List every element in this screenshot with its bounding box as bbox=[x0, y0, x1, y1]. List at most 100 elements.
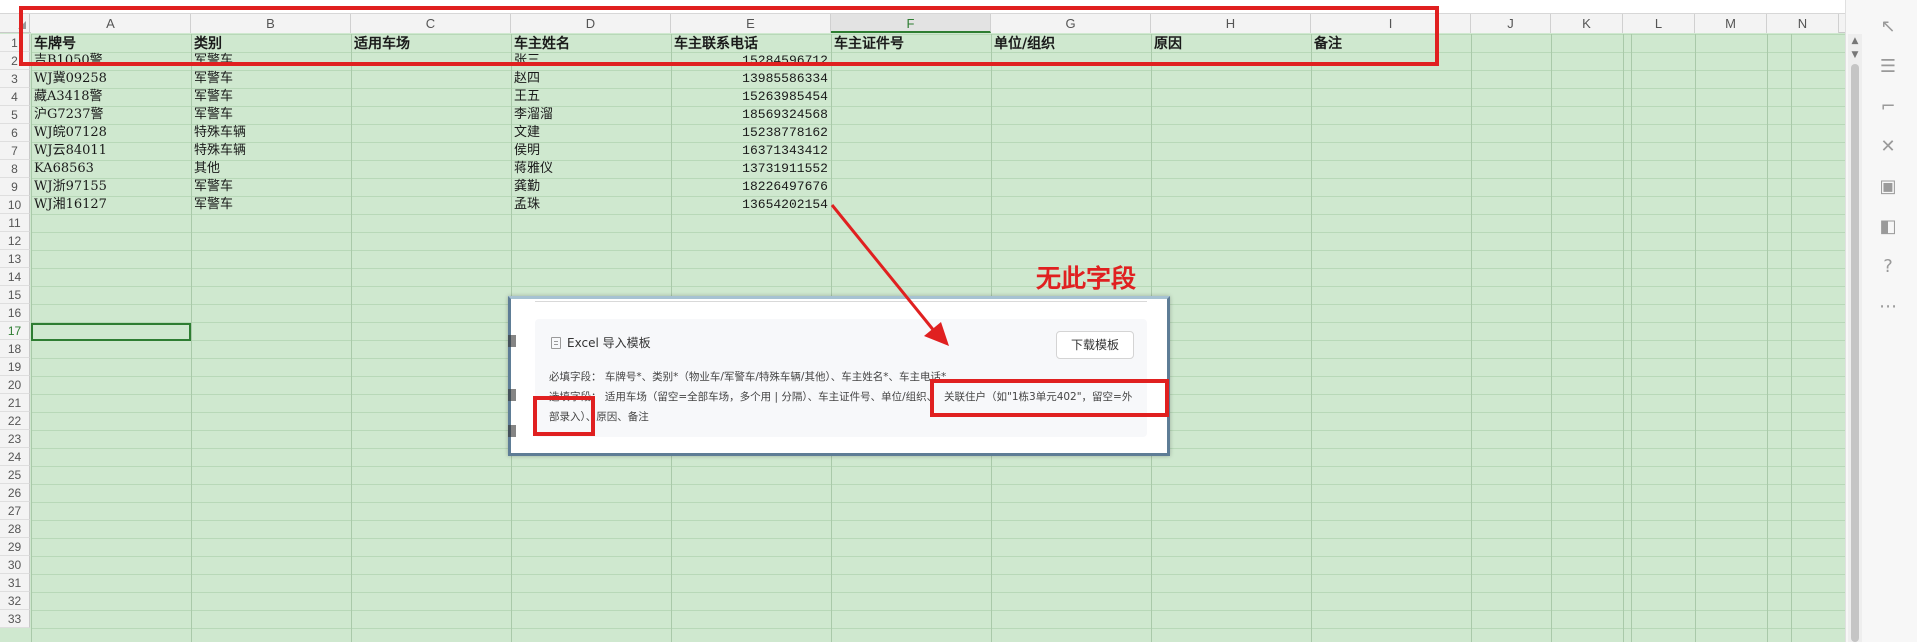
type-cell[interactable]: 军警车 bbox=[191, 88, 351, 106]
row-header-32[interactable]: 32 bbox=[0, 592, 30, 610]
row-header-9[interactable]: 9 bbox=[0, 178, 30, 196]
sliders-icon[interactable]: ☰ bbox=[1875, 54, 1901, 80]
linked-household-highlight bbox=[930, 379, 1169, 417]
row-header-13[interactable]: 13 bbox=[0, 250, 30, 268]
column-header-m[interactable]: M bbox=[1695, 14, 1767, 33]
row-header-21[interactable]: 21 bbox=[0, 394, 30, 412]
phone-cell[interactable]: 18226497676 bbox=[671, 178, 831, 196]
plate-cell[interactable]: WJ皖07128 bbox=[31, 124, 191, 142]
row-header-25[interactable]: 25 bbox=[0, 466, 30, 484]
spreadsheet-window: ABCDEFGHIJKLMN 1 2 3 4 5 6 7 8 9 10 11 12 13 14 15 16 17… bbox=[0, 0, 1917, 642]
dialog-edge-mark bbox=[508, 389, 516, 401]
owner-name-cell[interactable]: 侯明 bbox=[511, 142, 671, 160]
owner-name-cell[interactable]: 蒋雅仪 bbox=[511, 160, 671, 178]
owner-name-cell[interactable]: 赵四 bbox=[511, 70, 671, 88]
dialog-edge-mark bbox=[508, 335, 516, 347]
row-header-19[interactable]: 19 bbox=[0, 358, 30, 376]
row-header-8[interactable]: 8 bbox=[0, 160, 30, 178]
phone-cell[interactable]: 13985586334 bbox=[671, 70, 831, 88]
grid-line bbox=[1695, 34, 1696, 642]
row-header-28[interactable]: 28 bbox=[0, 520, 30, 538]
plate-cell[interactable]: WJ云84011 bbox=[31, 142, 191, 160]
type-cell[interactable]: 军警车 bbox=[191, 70, 351, 88]
annotation-label: 无此字段 bbox=[1036, 264, 1137, 293]
tools-icon[interactable]: ✕ bbox=[1875, 134, 1901, 160]
grid-line bbox=[1623, 34, 1624, 642]
phone-cell[interactable]: 16371343412 bbox=[671, 142, 831, 160]
row-header-31[interactable]: 31 bbox=[0, 574, 30, 592]
type-cell[interactable]: 特殊车辆 bbox=[191, 124, 351, 142]
row-header-7[interactable]: 7 bbox=[0, 142, 30, 160]
active-cell[interactable] bbox=[31, 323, 191, 341]
plate-cell[interactable]: 沪G7237警 bbox=[31, 106, 191, 124]
row-header-30[interactable]: 30 bbox=[0, 556, 30, 574]
row-header-18[interactable]: 18 bbox=[0, 340, 30, 358]
help-icon[interactable]: ? bbox=[1875, 254, 1901, 280]
file-icon bbox=[551, 337, 561, 349]
plate-cell[interactable]: KA68563 bbox=[31, 160, 191, 178]
row-header-6[interactable]: 6 bbox=[0, 124, 30, 142]
row-header-4[interactable]: 4 bbox=[0, 88, 30, 106]
required-fields-text: 必填字段： 车牌号*、类别*（物业车/军警车/特殊车辆/其他）、车主姓名*、车主… bbox=[549, 371, 947, 383]
scroll-up-icon[interactable]: ▲ bbox=[1850, 36, 1860, 46]
type-cell[interactable]: 军警车 bbox=[191, 106, 351, 124]
row-header-17[interactable]: 17 bbox=[0, 322, 30, 340]
row-header-23[interactable]: 23 bbox=[0, 430, 30, 448]
dialog-divider bbox=[535, 301, 1147, 302]
type-cell[interactable]: 军警车 bbox=[191, 196, 351, 214]
row-header-11[interactable]: 11 bbox=[0, 214, 30, 232]
grid-line bbox=[1311, 34, 1312, 642]
dialog-title: Excel 导入模板 bbox=[567, 336, 651, 350]
owner-name-cell[interactable]: 龚勤 bbox=[511, 178, 671, 196]
download-template-button[interactable]: 下载模板 bbox=[1056, 331, 1134, 359]
more-icon[interactable]: ⋯ bbox=[1875, 294, 1901, 320]
row-header-10[interactable]: 10 bbox=[0, 196, 30, 214]
row-header-33[interactable]: 33 bbox=[0, 610, 30, 628]
gallery-icon[interactable]: ◧ bbox=[1875, 214, 1901, 240]
row-header-20[interactable]: 20 bbox=[0, 376, 30, 394]
row-header-12[interactable]: 12 bbox=[0, 232, 30, 250]
owner-name-cell[interactable]: 文建 bbox=[511, 124, 671, 142]
plate-cell[interactable]: WJ湘16127 bbox=[31, 196, 191, 214]
crop-icon[interactable]: ⌐ bbox=[1875, 94, 1901, 120]
row-header-29[interactable]: 29 bbox=[0, 538, 30, 556]
row-header-3[interactable]: 3 bbox=[0, 70, 30, 88]
row-header-22[interactable]: 22 bbox=[0, 412, 30, 430]
column-header-j[interactable]: J bbox=[1471, 14, 1551, 33]
row-header-24[interactable]: 24 bbox=[0, 448, 30, 466]
dialog-edge-mark bbox=[508, 425, 516, 437]
row-header-16[interactable]: 16 bbox=[0, 304, 30, 322]
owner-name-cell[interactable]: 王五 bbox=[511, 88, 671, 106]
row-header-27[interactable]: 27 bbox=[0, 502, 30, 520]
phone-cell[interactable]: 15263985454 bbox=[671, 88, 831, 106]
phone-cell[interactable]: 18569324568 bbox=[671, 106, 831, 124]
scrollbar-thumb[interactable] bbox=[1851, 64, 1859, 642]
plate-cell[interactable]: 藏A3418警 bbox=[31, 88, 191, 106]
column-header-l[interactable]: L bbox=[1623, 14, 1695, 33]
import-template-dialog: Excel 导入模板 下载模板 必填字段： 车牌号*、类别*（物业车/军警车/特… bbox=[508, 296, 1170, 456]
grid-line bbox=[1471, 34, 1472, 642]
type-cell[interactable]: 其他 bbox=[191, 160, 351, 178]
type-cell[interactable]: 军警车 bbox=[191, 178, 351, 196]
optional-fields-text: 选填字段： 适用车场（留空=全部车场，多个用 | 分隔）、车主证件号、单位/组织… bbox=[549, 391, 938, 403]
owner-name-cell[interactable]: 孟珠 bbox=[511, 196, 671, 214]
pointer-icon[interactable]: ↖ bbox=[1875, 14, 1901, 40]
scroll-down-icon[interactable]: ▼ bbox=[1850, 50, 1860, 60]
phone-cell[interactable]: 15238778162 bbox=[671, 124, 831, 142]
row-header-14[interactable]: 14 bbox=[0, 268, 30, 286]
plate-cell[interactable]: WJ浙97155 bbox=[31, 178, 191, 196]
plate-cell[interactable]: WJ冀09258 bbox=[31, 70, 191, 88]
image-icon[interactable]: ▣ bbox=[1875, 174, 1901, 200]
grid-line bbox=[1551, 34, 1552, 642]
column-header-n[interactable]: N bbox=[1767, 14, 1839, 33]
phone-cell[interactable]: 13654202154 bbox=[671, 196, 831, 214]
type-cell[interactable]: 特殊车辆 bbox=[191, 142, 351, 160]
column-header-k[interactable]: K bbox=[1551, 14, 1623, 33]
phone-cell[interactable]: 13731911552 bbox=[671, 160, 831, 178]
row-header-15[interactable]: 15 bbox=[0, 286, 30, 304]
grid-line bbox=[351, 34, 352, 642]
row-header-5[interactable]: 5 bbox=[0, 106, 30, 124]
record-entry-highlight bbox=[533, 396, 595, 436]
row-header-26[interactable]: 26 bbox=[0, 484, 30, 502]
owner-name-cell[interactable]: 李溜溜 bbox=[511, 106, 671, 124]
